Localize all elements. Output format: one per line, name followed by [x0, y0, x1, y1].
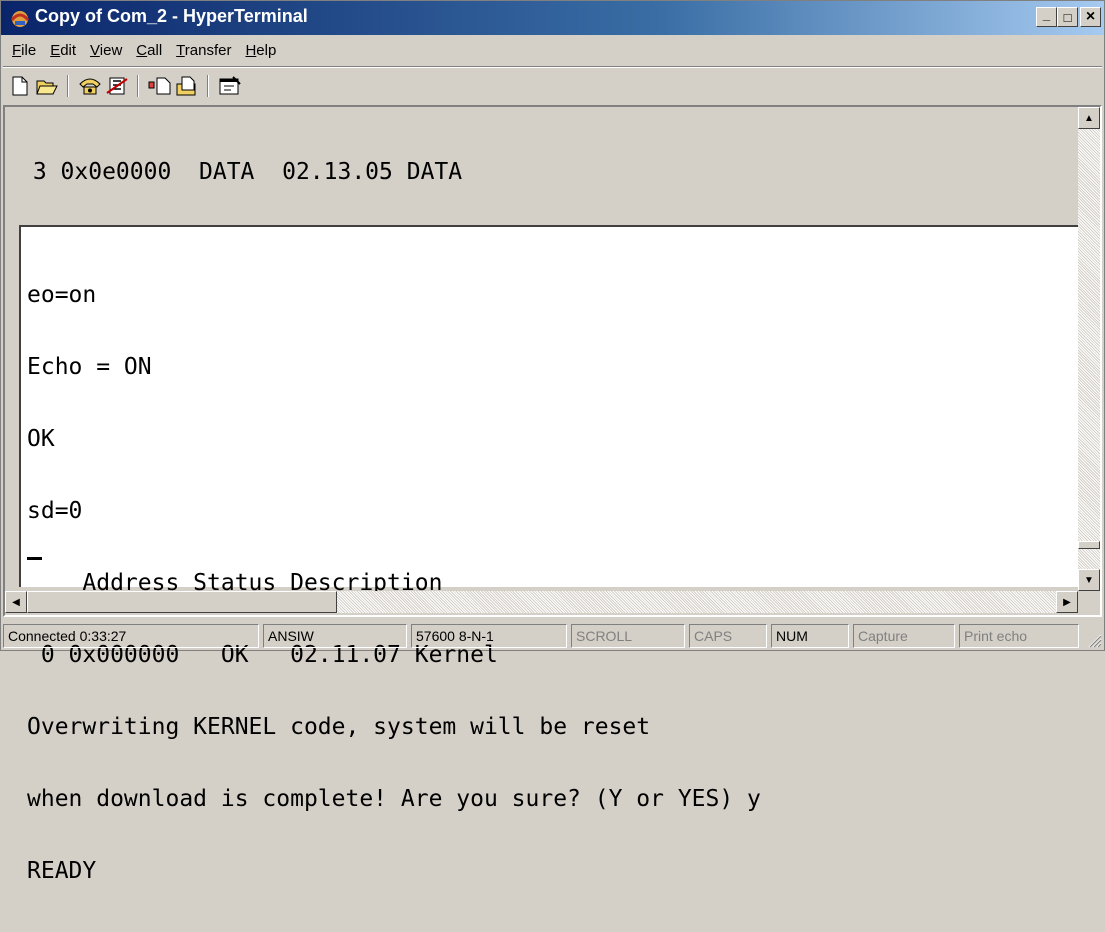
status-print-echo: Print echo	[959, 624, 1079, 648]
terminal-area[interactable]: 3 0x0e0000 DATA 02.13.05 DATA OK eo=on E…	[3, 105, 1102, 883]
hyperterminal-app-icon[interactable]	[9, 8, 31, 28]
terminal-line: Overwriting KERNEL code, system will be …	[27, 714, 651, 740]
resize-grip-icon[interactable]	[1086, 632, 1102, 648]
terminal-line: Echo = ON	[27, 354, 152, 380]
properties-icon	[219, 76, 241, 95]
window-title: Copy of Com_2 - HyperTerminal	[35, 6, 308, 26]
connect-icon	[79, 78, 101, 95]
title-bar[interactable]: Copy of Com_2 - HyperTerminal _ □ ×	[1, 1, 1104, 35]
menu-view[interactable]: View	[83, 42, 129, 59]
send-icon	[148, 77, 171, 95]
toolbar	[1, 69, 1104, 103]
terminal-screen[interactable]: eo=on Echo = ON OK sd=0 Address Status D…	[19, 225, 1078, 883]
arrow-down-icon: ▼	[1084, 574, 1094, 586]
menu-call[interactable]: Call	[129, 42, 169, 59]
open-icon	[36, 80, 58, 95]
disconnect-button[interactable]	[104, 74, 130, 98]
toolbar-separator	[67, 75, 69, 97]
scroll-up-button[interactable]: ▲	[1078, 107, 1100, 129]
status-emulation: ANSIW	[263, 624, 407, 648]
arrow-up-icon: ▲	[1084, 112, 1094, 124]
vertical-scrollbar[interactable]: ▲ ▼	[1078, 107, 1100, 591]
receive-button[interactable]	[174, 74, 200, 98]
terminal-line: when download is complete! Are you sure?…	[27, 786, 761, 812]
new-button[interactable]	[7, 74, 33, 98]
menu-edit[interactable]: Edit	[43, 42, 83, 59]
receive-icon	[176, 76, 196, 96]
status-port-settings: 57600 8-N-1	[411, 624, 567, 648]
toolbar-separator	[137, 75, 139, 97]
backscroll-line: 3 0x0e0000 DATA 02.13.05 DATA	[19, 159, 463, 185]
minimize-icon: _	[1042, 6, 1051, 22]
new-icon	[12, 76, 28, 96]
menu-toolbar-divider	[3, 66, 1102, 68]
arrow-right-icon: ▶	[1063, 596, 1071, 608]
terminal-line: sd=0	[27, 498, 83, 524]
backscroll-buffer: 3 0x0e0000 DATA 02.13.05 DATA OK	[5, 107, 1078, 256]
horizontal-scroll-thumb[interactable]	[27, 591, 337, 613]
minimize-button[interactable]: _	[1036, 7, 1057, 27]
scrollbar-corner	[1078, 591, 1100, 613]
arrow-left-icon: ◀	[12, 596, 20, 608]
vertical-scroll-thumb[interactable]	[1078, 541, 1100, 549]
scroll-right-button[interactable]: ▶	[1056, 591, 1078, 613]
maximize-icon: □	[1063, 9, 1072, 25]
menu-file[interactable]: File	[5, 42, 43, 59]
properties-button[interactable]	[217, 74, 243, 98]
toolbar-separator	[207, 75, 209, 97]
status-caps: CAPS	[689, 624, 767, 648]
close-button[interactable]: ×	[1080, 7, 1101, 27]
send-button[interactable]	[147, 74, 173, 98]
menu-transfer[interactable]: Transfer	[169, 42, 238, 59]
status-bar: Connected 0:33:27 ANSIW 57600 8-N-1 SCRO…	[1, 621, 1104, 650]
menu-bar: File Edit View Call Transfer Help	[1, 36, 1104, 64]
scroll-left-button[interactable]: ◀	[5, 591, 27, 613]
disconnect-icon	[106, 77, 128, 95]
status-connected: Connected 0:33:27	[3, 624, 259, 648]
close-icon: ×	[1085, 8, 1096, 25]
connect-button[interactable]	[77, 74, 103, 98]
maximize-button[interactable]: □	[1057, 7, 1078, 27]
terminal-line: eo=on	[27, 282, 97, 308]
horizontal-scrollbar[interactable]: ◀ ▶	[5, 591, 1078, 613]
menu-help[interactable]: Help	[238, 42, 283, 59]
terminal-line: OK	[27, 426, 55, 452]
status-num: NUM	[771, 624, 849, 648]
text-cursor	[27, 557, 42, 560]
status-scroll: SCROLL	[571, 624, 685, 648]
terminal-line: READY	[27, 858, 97, 884]
status-capture: Capture	[853, 624, 955, 648]
open-button[interactable]	[34, 74, 60, 98]
scroll-down-button[interactable]: ▼	[1078, 569, 1100, 591]
hyperterminal-window: Copy of Com_2 - HyperTerminal _ □ × File…	[0, 0, 1105, 883]
